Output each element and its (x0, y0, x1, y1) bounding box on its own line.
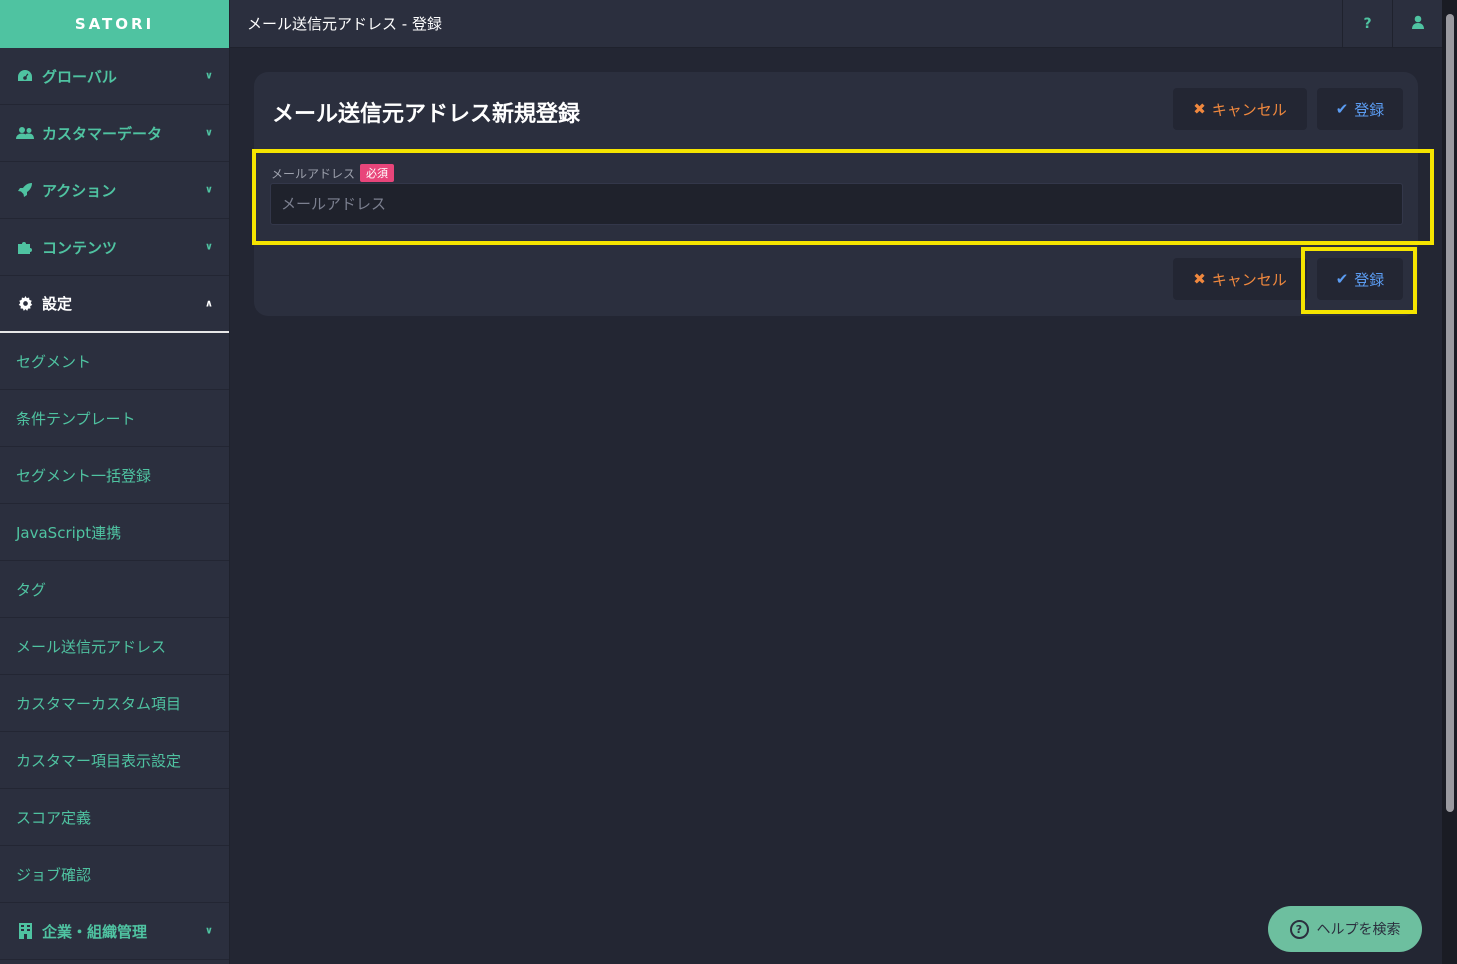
sidebar: SATORI グローバル ∨ カスタマーデータ ∨ アクション ∨ コンテンツ … (0, 0, 230, 964)
form-title: メール送信元アドレス新規登録 (272, 102, 581, 127)
question-circle-icon: ? (1289, 919, 1309, 939)
sidebar-item-tag[interactable]: タグ (0, 561, 229, 618)
required-badge: 必須 (360, 164, 395, 182)
sidebar-section-action[interactable]: アクション ∨ (0, 162, 229, 219)
form-card: メール送信元アドレス新規登録 ✖ キャンセル ✔ 登録 メールアドレス 必須 ✖… (254, 72, 1418, 316)
submit-button-bottom[interactable]: ✔ 登録 (1317, 258, 1403, 300)
rocket-icon (16, 182, 34, 198)
sidebar-section-label: アクション (42, 181, 117, 200)
sidebar-section-contents[interactable]: コンテンツ ∨ (0, 219, 229, 276)
sidebar-item-display-settings[interactable]: カスタマー項目表示設定 (0, 732, 229, 789)
building-icon (16, 923, 34, 939)
sidebar-item-jobs[interactable]: ジョブ確認 (0, 846, 229, 903)
sidebar-section-settings[interactable]: 設定 ∧ (0, 276, 229, 333)
sidebar-section-label: カスタマーデータ (42, 124, 163, 143)
help-search-label: ヘルプを検索 (1316, 922, 1401, 938)
gear-icon (16, 296, 34, 311)
email-label-text: メールアドレス (271, 166, 356, 181)
chevron-down-icon: ∨ (204, 127, 213, 139)
sidebar-item-segment[interactable]: セグメント (0, 333, 229, 390)
submit-label: 登録 (1354, 270, 1385, 289)
sidebar-item-condition-template[interactable]: 条件テンプレート (0, 390, 229, 447)
top-bar: メール送信元アドレス - 登録 ? (230, 0, 1442, 48)
email-field-label: メールアドレス 必須 (271, 164, 395, 182)
chevron-down-icon: ∨ (204, 184, 213, 196)
sidebar-item-score[interactable]: スコア定義 (0, 789, 229, 846)
sidebar-item-javascript[interactable]: JavaScript連携 (0, 504, 229, 561)
help-search-button[interactable]: ? ヘルプを検索 (1268, 906, 1422, 952)
cancel-button-top[interactable]: ✖ キャンセル (1173, 88, 1307, 130)
cancel-label: キャンセル (1211, 100, 1287, 119)
puzzle-icon (16, 239, 34, 255)
submit-label: 登録 (1354, 100, 1385, 119)
chevron-down-icon: ∨ (204, 241, 213, 253)
close-icon: ✖ (1193, 100, 1206, 118)
scrollbar-thumb[interactable] (1446, 14, 1454, 812)
sidebar-item-mail-sender[interactable]: メール送信元アドレス (0, 618, 229, 675)
question-icon: ? (1363, 15, 1372, 32)
check-icon: ✔ (1335, 100, 1349, 118)
sidebar-section-organization[interactable]: 企業・組織管理 ∨ (0, 903, 229, 960)
chevron-down-icon: ∨ (204, 925, 213, 937)
sidebar-section-customer-data[interactable]: カスタマーデータ ∨ (0, 105, 229, 162)
sidebar-section-label: 企業・組織管理 (42, 922, 148, 941)
cancel-label: キャンセル (1211, 270, 1287, 289)
close-icon: ✖ (1193, 270, 1206, 288)
help-button[interactable]: ? (1342, 0, 1392, 48)
cancel-button-bottom[interactable]: ✖ キャンセル (1173, 258, 1307, 300)
sidebar-item-segment-bulk[interactable]: セグメント一括登録 (0, 447, 229, 504)
page-title: メール送信元アドレス - 登録 (247, 15, 442, 33)
scrollbar[interactable] (1442, 0, 1457, 964)
users-icon (16, 126, 34, 140)
sidebar-section-label: グローバル (42, 67, 117, 86)
chevron-up-icon: ∧ (204, 298, 213, 309)
sidebar-item-custom-field[interactable]: カスタマーカスタム項目 (0, 675, 229, 732)
user-icon (1411, 15, 1424, 33)
sidebar-section-label: 設定 (42, 295, 73, 313)
app-logo[interactable]: SATORI (0, 0, 229, 48)
dashboard-icon (16, 69, 34, 83)
submit-button-top[interactable]: ✔ 登録 (1317, 88, 1403, 130)
check-icon: ✔ (1335, 270, 1349, 288)
sidebar-section-label: コンテンツ (42, 238, 118, 257)
email-input[interactable] (270, 183, 1403, 225)
sidebar-section-global[interactable]: グローバル ∨ (0, 48, 229, 105)
chevron-down-icon: ∨ (204, 70, 213, 82)
user-menu-button[interactable] (1392, 0, 1442, 48)
